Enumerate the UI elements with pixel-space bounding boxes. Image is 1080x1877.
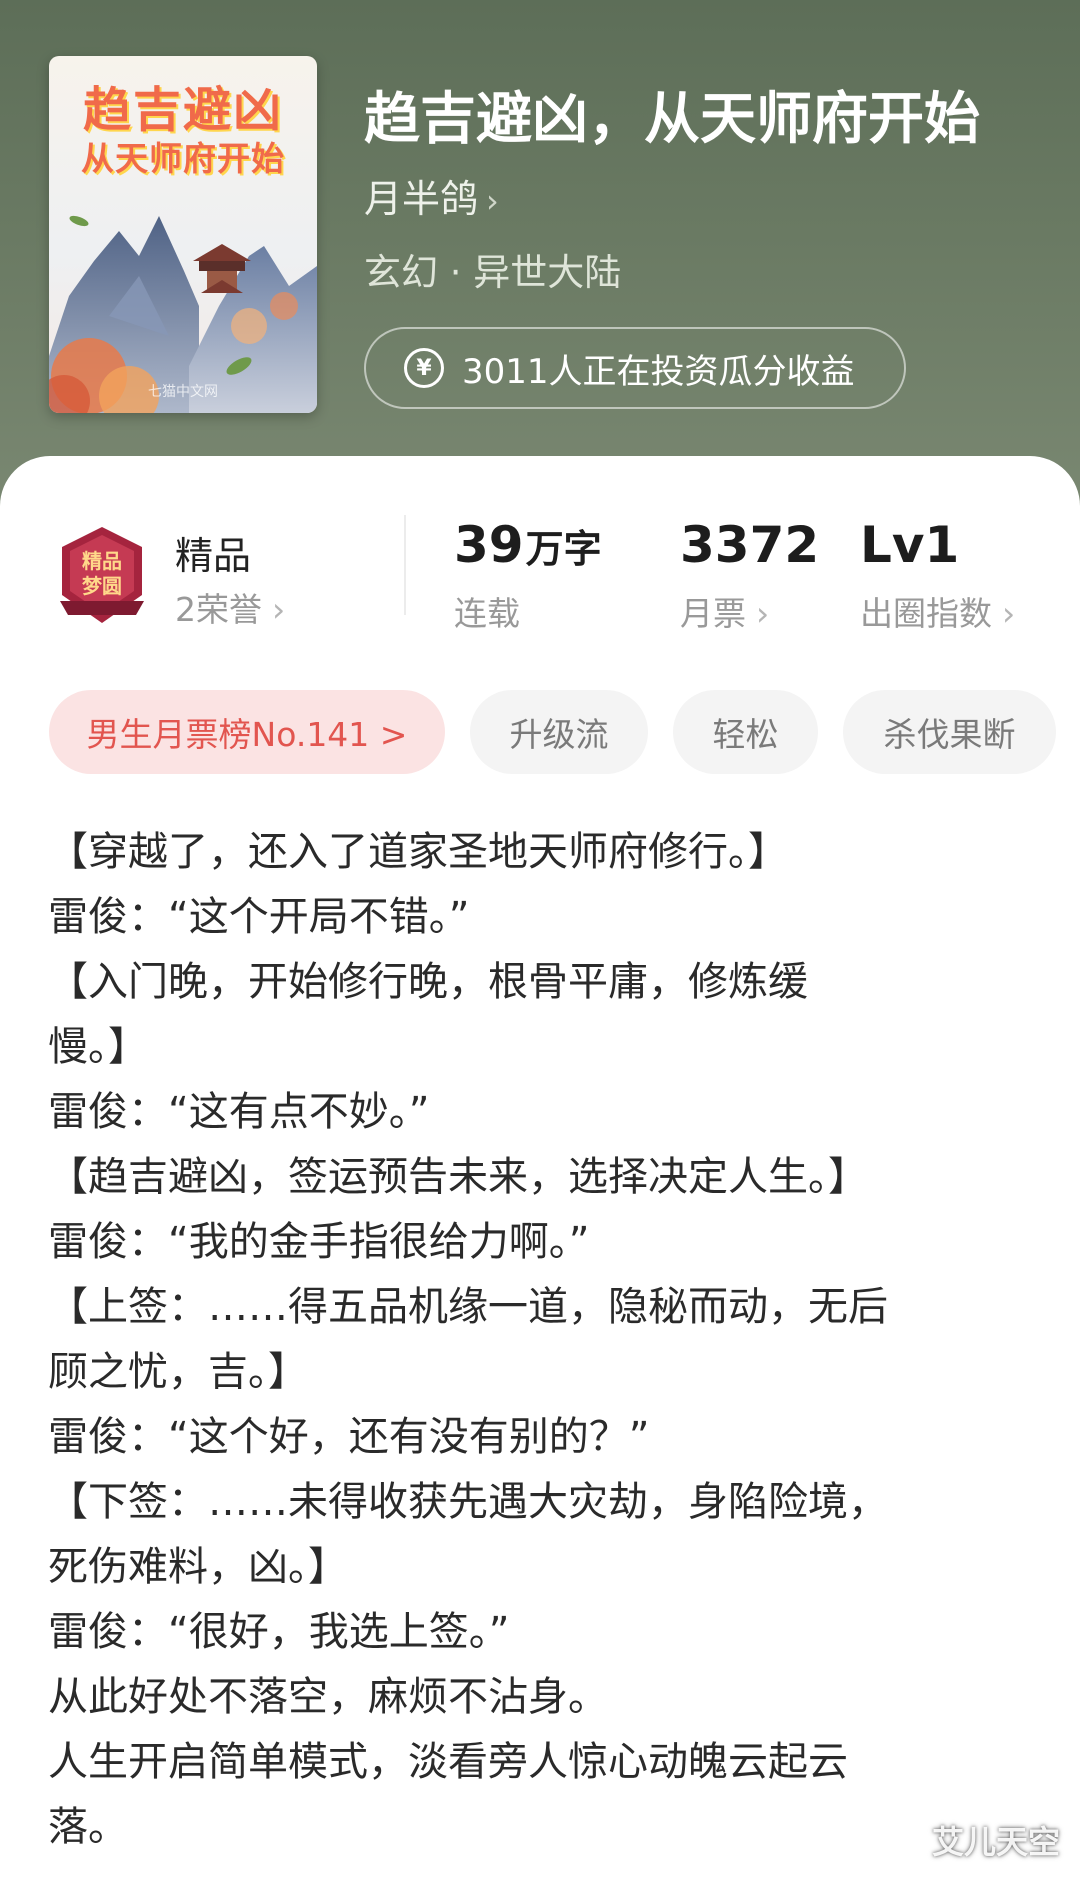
book-description: 【穿越了，还入了道家圣地天师府修行。】 雷俊：“这个开局不错。” 【入门晚，开始… <box>48 820 1048 1860</box>
desc-line: 从此好处不落空，麻烦不沾身。 <box>48 1674 608 1720</box>
desc-line: 慢。】 <box>48 1024 148 1070</box>
desc-line: 雷俊：“这个好，还有没有别的？” <box>48 1414 650 1460</box>
desc-line: 【趋吉避凶，签运预告未来，选择决定人生。】 <box>48 1154 868 1200</box>
desc-line: 落。 <box>48 1804 128 1850</box>
chevron-right-icon: › <box>1002 594 1016 633</box>
monthly-ticket-label: 月票 <box>680 594 746 633</box>
desc-line: 【上签：……得五品机缘一道，隐秘而动，无后 <box>48 1284 888 1330</box>
desc-line: 人生开启简单模式，淡看旁人惊心动魄云起云 <box>48 1739 848 1785</box>
genre-label: 玄幻 · 异世大陆 <box>364 251 622 294</box>
invest-text: 3011人正在投资瓜分收益 <box>462 351 855 392</box>
cover-title-line1: 趋吉避凶 <box>82 82 283 138</box>
status-label: 连载 <box>454 594 520 633</box>
book-title: 趋吉避凶，从天师府开始 <box>364 86 980 152</box>
yen-circle-icon: ¥ <box>404 348 444 388</box>
tag-decisive[interactable]: 杀伐果断 <box>843 690 1056 774</box>
desc-line: 雷俊：“很好，我选上签。” <box>48 1609 510 1655</box>
monthly-ticket-value: 3372 <box>680 516 820 574</box>
influence-level-value: Lv1 <box>860 516 960 574</box>
author-link[interactable]: 月半鸽 › <box>364 168 499 223</box>
desc-line: 顾之忧，吉。】 <box>48 1349 308 1395</box>
chevron-right-icon: › <box>756 594 770 633</box>
tag-level-up[interactable]: 升级流 <box>470 690 648 774</box>
chevron-right-icon: › <box>486 182 499 220</box>
author-name: 月半鸽 <box>364 177 479 221</box>
cover-title-line2: 从天师府开始 <box>81 139 285 178</box>
monthly-ticket-link[interactable]: 月票 › <box>680 587 769 635</box>
invest-button[interactable]: ¥ 3011人正在投资瓜分收益 <box>364 327 906 409</box>
tag-monthly-rank[interactable]: 男生月票榜No.141 > <box>49 690 445 774</box>
desc-line: 雷俊：“这有点不妙。” <box>48 1089 430 1135</box>
divider <box>404 515 406 615</box>
honor-link[interactable]: 2荣誉 › <box>175 583 285 631</box>
influence-index-label: 出圈指数 <box>860 594 992 633</box>
word-count-value: 39万字 <box>454 516 602 574</box>
watermark: 艾儿天空 <box>931 1823 1060 1861</box>
desc-line: 【入门晚，开始修行晚，根骨平庸，修炼缓 <box>48 959 808 1005</box>
influence-index-link[interactable]: 出圈指数 › <box>860 587 1015 635</box>
badge-text-2: 梦圆 <box>82 574 122 598</box>
badge-text-1: 精品 <box>82 549 122 573</box>
desc-line: 雷俊：“这个开局不错。” <box>48 894 470 940</box>
desc-line: 死伤难料，凶。】 <box>48 1544 348 1590</box>
honor-title: 精品 <box>175 534 252 578</box>
desc-line: 雷俊：“我的金手指很给力啊。” <box>48 1219 590 1265</box>
honor-badge-icon[interactable]: 精品 梦圆 <box>50 523 154 627</box>
chevron-right-icon: › <box>272 590 286 629</box>
desc-line: 【下签：……未得收获先遇大灾劫，身陷险境， <box>48 1479 888 1525</box>
desc-line: 【穿越了，还入了道家圣地天师府修行。】 <box>48 829 788 875</box>
tag-relaxed[interactable]: 轻松 <box>673 690 818 774</box>
cover-publisher: 七猫中文网 <box>148 384 218 400</box>
book-cover[interactable]: 趋吉避凶 从天师府开始 七猫中文网 <box>49 56 317 413</box>
honor-count: 2荣誉 <box>175 590 262 629</box>
